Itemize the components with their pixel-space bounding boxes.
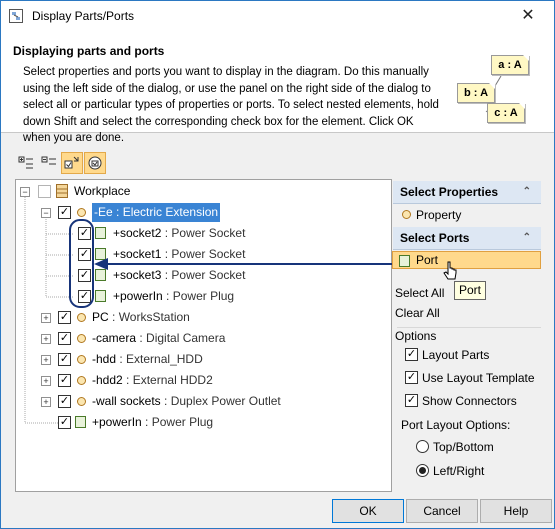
select-ports-title: Select Ports (400, 231, 470, 245)
collapse-all-button[interactable] (38, 152, 60, 174)
radio-dot (419, 467, 426, 474)
note-b: b : A (457, 83, 495, 103)
left-right-label: Left/Right (433, 464, 485, 478)
use-layout-template-checkbox[interactable]: ✓ (405, 371, 418, 384)
help-button[interactable]: Help (480, 499, 552, 523)
select-all-link[interactable]: Select All (395, 286, 444, 300)
clear-all-link[interactable]: Clear All (395, 306, 440, 320)
port-label: Port (416, 253, 439, 267)
top-bottom-label: Top/Bottom (433, 440, 494, 454)
port-item[interactable]: Port (392, 251, 541, 269)
port-tooltip: Port (454, 281, 486, 300)
port-icon (399, 255, 410, 267)
title-bar: Display Parts/Ports ✕ (1, 1, 554, 32)
layout-parts-checkbox[interactable]: ✓ (405, 348, 418, 361)
show-connectors-label: Show Connectors (422, 394, 517, 408)
cancel-button[interactable]: Cancel (406, 499, 478, 523)
dialog-window: Display Parts/Ports ✕ Displaying parts a… (0, 0, 555, 529)
header-panel: Displaying parts and ports Select proper… (1, 32, 554, 144)
top-bottom-radio[interactable] (416, 440, 429, 453)
select-properties-header[interactable]: Select Properties ⌃ (393, 181, 541, 204)
expand-all-icon (18, 156, 33, 169)
left-right-radio[interactable] (416, 464, 429, 477)
header-title: Displaying parts and ports (13, 44, 165, 58)
collapse-chevron-icon[interactable]: ⌃ (523, 227, 531, 249)
window-title: Display Parts/Ports (32, 9, 135, 23)
close-icon[interactable]: ✕ (511, 4, 545, 28)
options-title: Options (395, 329, 437, 343)
layout-parts-label: Layout Parts (422, 348, 490, 362)
note-c: c : A (487, 103, 525, 123)
port-layout-options-title: Port Layout Options: (401, 418, 511, 432)
select-properties-title: Select Properties (400, 185, 499, 199)
property-icon (402, 210, 411, 219)
ok-button[interactable]: OK (332, 499, 404, 523)
expand-all-button[interactable] (15, 152, 37, 174)
mouse-cursor-icon (443, 261, 457, 280)
show-connectors-checkbox[interactable]: ✓ (405, 394, 418, 407)
collapse-chevron-icon[interactable]: ⌃ (523, 181, 531, 203)
options-divider (397, 327, 541, 328)
note-a: a : A (491, 55, 529, 75)
property-item[interactable]: Property (393, 206, 541, 224)
collapse-all-icon (41, 156, 56, 165)
property-label: Property (416, 208, 462, 222)
select-ports-header[interactable]: Select Ports ⌃ (393, 227, 541, 250)
show-types-button[interactable] (84, 152, 106, 174)
select-recursively-button[interactable] (61, 152, 83, 174)
select-recursively-icon (64, 156, 79, 169)
parts-tree: − Workplace − ✓ -Ee : Electric Extension ✓ +so… (15, 179, 406, 492)
show-types-icon (88, 156, 102, 170)
header-description: Select properties and ports you want to … (23, 66, 439, 144)
use-layout-template-label: Use Layout Template (422, 371, 535, 385)
app-icon (9, 9, 23, 23)
